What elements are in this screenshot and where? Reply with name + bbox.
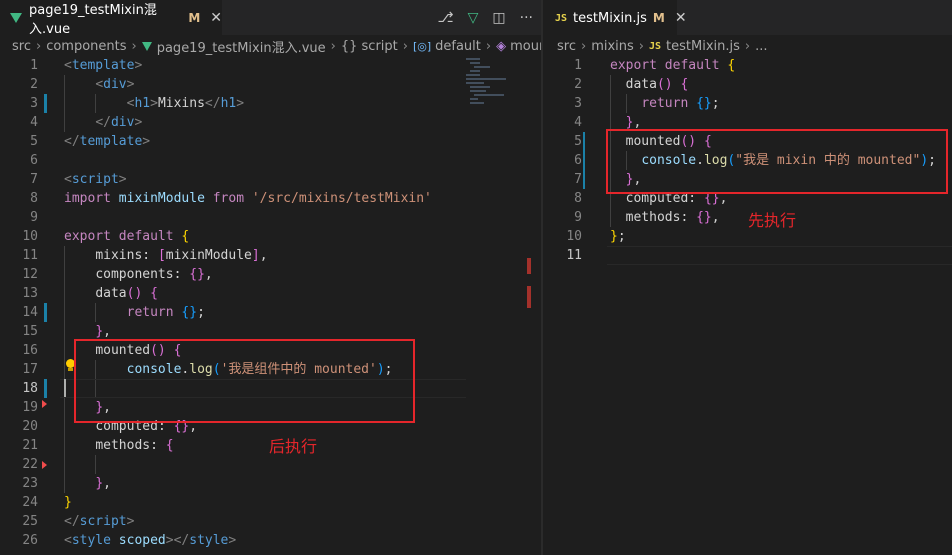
code-line: 23 }, xyxy=(22,476,111,491)
chevron-right-icon: › xyxy=(485,38,492,54)
split-editor-icon[interactable]: ◫ xyxy=(492,10,505,26)
code-line: 24} xyxy=(22,495,72,510)
code-line: 11 mixins: [mixinModule], xyxy=(22,248,268,263)
method-cube-icon: ◈ xyxy=(496,38,507,54)
breadcrumb-file[interactable]: testMixin.js xyxy=(666,39,740,54)
code-editor-left[interactable]: 1 <template> 2 <div> 3 <h1>Mixins</h1> 4 … xyxy=(0,56,541,550)
deleted-line-indicator xyxy=(42,400,47,408)
code-line: 2 <div> xyxy=(30,77,135,92)
code-line: 25 </script> xyxy=(22,514,135,529)
code-line: 2 data() { xyxy=(574,77,689,92)
breadcrumb-file[interactable]: page19_testMixin混入.vue xyxy=(157,37,326,56)
breadcrumb: src › mixins › JS testMixin.js › ... xyxy=(557,35,952,57)
left-editor-pane: page19_testMixin混入.vue M ✕ ⎇ ▽ ◫ ··· src… xyxy=(0,0,541,555)
annotation-label: 先执行 xyxy=(748,211,797,230)
breadcrumb: src › components › page19_testMixin混入.vue ›… xyxy=(12,35,541,57)
compare-changes-icon[interactable]: ⎇ xyxy=(437,10,453,26)
modified-line-indicator xyxy=(583,151,585,170)
code-line: 26 <style scoped></style> xyxy=(22,533,237,548)
code-line: 9 xyxy=(30,210,38,225)
code-line: 22 xyxy=(0,455,541,474)
tab-filename: page19_testMixin混入.vue xyxy=(29,3,157,37)
chevron-right-icon: › xyxy=(402,38,408,54)
code-line: 1 export default { xyxy=(574,58,736,73)
code-line: 12 components: {}, xyxy=(22,267,213,282)
breadcrumb-src[interactable]: src xyxy=(557,39,576,54)
js-file-icon: JS xyxy=(555,12,568,24)
annotation-label: 后执行 xyxy=(269,437,318,456)
deleted-line-indicator xyxy=(42,461,47,469)
code-line: 14 return {}; xyxy=(22,303,205,322)
modified-line-indicator xyxy=(44,94,47,113)
breadcrumb-components[interactable]: components xyxy=(46,39,126,54)
modified-indicator: M xyxy=(188,11,201,25)
code-line: 10 export default { xyxy=(22,229,190,244)
right-tab-bar: JS testMixin.js M ✕ xyxy=(543,0,952,35)
tab-page19-testmixin[interactable]: page19_testMixin混入.vue M ✕ xyxy=(0,0,222,37)
breadcrumb-ellipsis[interactable]: ... xyxy=(755,39,767,54)
chevron-right-icon: › xyxy=(131,38,137,54)
breadcrumb-mounted[interactable]: mounted xyxy=(510,39,541,54)
breadcrumb-src[interactable]: src xyxy=(12,39,31,54)
highlight-box xyxy=(74,339,415,423)
code-line: 3 return {}; xyxy=(574,96,720,111)
modified-indicator: M xyxy=(652,11,665,25)
text-cursor xyxy=(64,379,66,397)
tab-testmixin-js[interactable]: JS testMixin.js M ✕ xyxy=(543,0,687,35)
chevron-right-icon: › xyxy=(35,38,42,54)
code-line: 5 </template> xyxy=(30,134,151,149)
highlight-box xyxy=(606,129,948,194)
chevron-right-icon: › xyxy=(330,38,336,54)
code-line: 1 <template> xyxy=(30,58,143,73)
modified-line-indicator xyxy=(44,303,47,322)
close-icon[interactable]: ✕ xyxy=(675,10,687,26)
code-line: 4 </div> xyxy=(30,115,143,130)
code-line: 8 import mixinModule from '/src/mixins/te… xyxy=(30,191,432,206)
breadcrumb-script[interactable]: {} script xyxy=(341,39,398,54)
editor-actions: ⎇ ▽ ◫ ··· xyxy=(437,0,533,35)
code-line: 3 <h1>Mixins</h1> xyxy=(30,94,245,113)
breadcrumb-mixins[interactable]: mixins xyxy=(591,39,634,54)
code-line: 6 xyxy=(30,153,38,168)
chevron-right-icon: › xyxy=(580,38,587,54)
modified-line-indicator xyxy=(583,170,585,189)
chevron-right-icon: › xyxy=(638,38,644,54)
close-icon[interactable]: ✕ xyxy=(210,10,222,26)
chevron-right-icon: › xyxy=(744,38,751,54)
code-line-current: 11 xyxy=(543,246,952,265)
tab-filename: testMixin.js xyxy=(573,10,647,26)
code-line: 7 <script> xyxy=(30,172,127,187)
vue-file-icon xyxy=(10,13,22,23)
breadcrumb-default[interactable]: default xyxy=(435,39,481,54)
left-tab-bar: page19_testMixin混入.vue M ✕ ⎇ ▽ ◫ ··· xyxy=(0,0,541,37)
right-editor-pane: JS testMixin.js M ✕ src › mixins › JS test… xyxy=(543,0,952,555)
more-actions-icon[interactable]: ··· xyxy=(520,10,533,26)
code-line: 13 data() { xyxy=(22,286,158,301)
js-file-icon: JS xyxy=(648,40,662,52)
modified-line-indicator xyxy=(583,132,585,151)
vue-icon xyxy=(141,41,152,51)
object-icon: [◎] xyxy=(412,39,432,53)
vue-devtools-icon[interactable]: ▽ xyxy=(468,10,479,26)
modified-line-indicator xyxy=(44,379,47,398)
